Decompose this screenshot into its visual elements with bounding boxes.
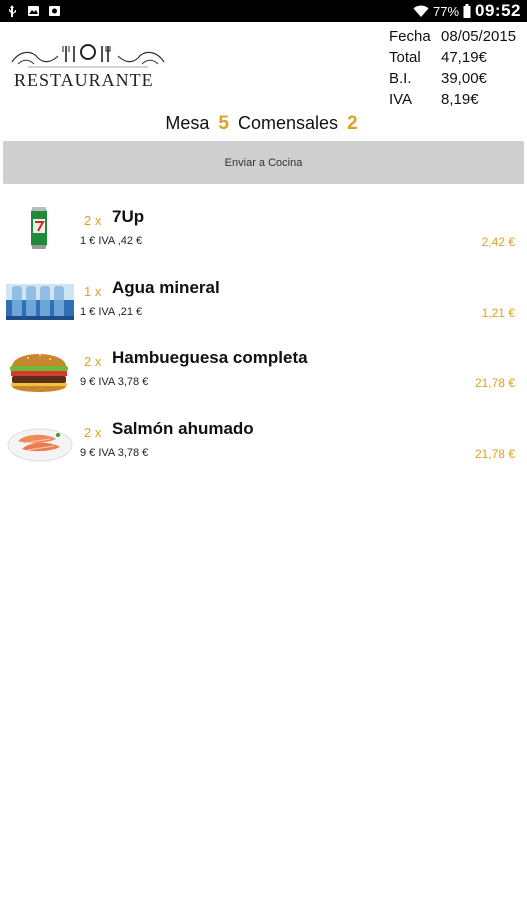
order-item[interactable]: 1 x Agua mineral 1 € IVA ,21 € 1,21 € [0,276,527,336]
summary-iva-row: IVA 8,19€ [389,89,516,110]
order-item[interactable]: 2 x 7Up 1 € IVA ,42 € 2,42 € [0,205,527,265]
status-bar: 77% 09:52 [0,0,527,22]
item-quantity: 2 x [84,354,102,369]
summary-date-row: Fecha 08/05/2015 [389,26,516,47]
item-quantity: 2 x [84,425,102,440]
item-name: Salmón ahumado [112,419,254,438]
item-unit-price: 9 € IVA 3,78 € [80,376,149,388]
salmon-icon [7,428,73,462]
item-total: 2,42 € [481,235,515,249]
logo-text: RESTAURANTE [14,70,154,90]
system-status: 77% 09:52 [413,1,521,21]
item-unit-price: 9 € IVA 3,78 € [80,447,149,459]
battery-percent: 77% [432,3,460,19]
summary-bi-row: B.I. 39,00€ [389,68,516,89]
clock: 09:52 [475,1,521,20]
item-total: 21,78 € [474,376,515,390]
item-unit-price: 1 € IVA ,42 € [80,235,143,247]
summary-total-row: Total 47,19€ [389,47,516,68]
bi-value: 39,00€ [441,70,487,87]
item-total: 21,78 € [474,447,515,461]
date-value: 08/05/2015 [441,28,517,45]
send-to-kitchen-button[interactable]: Enviar a Cocina [3,141,524,184]
item-quantity: 2 x [84,213,102,228]
image-notification-icon [49,6,60,16]
usb-icon [9,5,16,17]
item-name: Hambueguesa completa [112,348,308,367]
total-label: Total [389,49,421,66]
bi-label: B.I. [389,70,412,87]
order-item[interactable]: 2 x Hambueguesa completa 9 € IVA 3,78 € … [0,346,527,406]
photo-notification-icon [28,6,39,16]
battery-icon [463,4,471,18]
table-info: Mesa 5 Comensales 2 [0,113,527,135]
item-total: 1,21 € [481,306,515,320]
mesa-label: Mesa [165,113,210,133]
iva-label: IVA [389,91,413,108]
item-quantity: 1 x [84,284,102,299]
notification-icons [6,5,61,17]
item-name: Agua mineral [112,278,220,297]
soda-can-icon [31,207,47,249]
total-value: 47,19€ [441,49,487,66]
mesa-number: 5 [218,113,229,134]
date-label: Fecha [389,28,431,45]
water-bottles-icon [6,284,74,320]
item-unit-price: 1 € IVA ,21 € [80,306,143,318]
iva-value: 8,19€ [441,91,479,108]
burger-icon [10,354,68,392]
order-summary: Fecha 08/05/2015 Total 47,19€ B.I. 39,00… [389,26,516,110]
order-item[interactable]: 2 x Salmón ahumado 9 € IVA 3,78 € 21,78 … [0,417,527,477]
comensales-label: Comensales [237,113,339,133]
comensales-number: 2 [347,113,358,134]
item-name: 7Up [112,207,145,226]
wifi-icon [413,5,429,17]
